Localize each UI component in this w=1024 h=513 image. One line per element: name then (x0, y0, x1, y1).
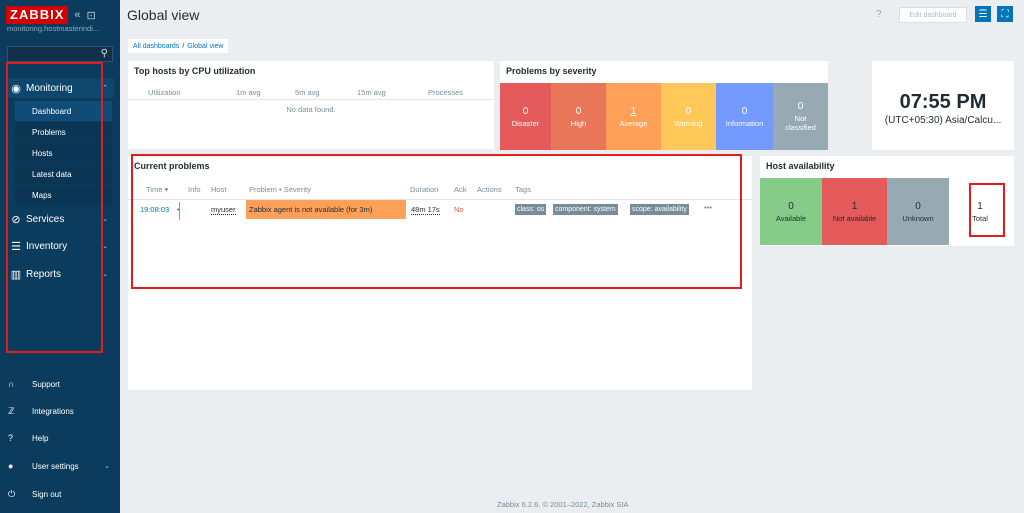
severity-disaster-label: Disaster (511, 118, 540, 128)
footer-help[interactable]: ? Help (8, 429, 116, 447)
collapse-sidebar-icon[interactable]: « (74, 9, 80, 21)
severity-high-label: High (570, 118, 587, 128)
kiosk-mode-icon[interactable]: ⊡ (87, 9, 96, 22)
severity-disaster-count: 0 (522, 105, 529, 117)
severity-average[interactable]: 1 Average (606, 83, 661, 150)
cpu-widget: Top hosts by CPU utilization Utilization… (128, 61, 494, 149)
footer-support[interactable]: ∩ Support (8, 375, 116, 393)
col-15m-avg: 15m avg (357, 88, 386, 97)
annotation-highlight-total (969, 183, 1005, 237)
annotation-highlight-problems (131, 154, 742, 289)
availability-unknown-label: Unknown (902, 213, 934, 223)
server-name: monitoring.hostmasterindi... (7, 24, 100, 33)
footer-integrations-label: Integrations (32, 406, 74, 416)
severity-average-count[interactable]: 1 (631, 106, 637, 117)
severity-high-count: 0 (575, 105, 582, 117)
clock-timezone: (UTC+05:30) Asia/Calcu... (884, 115, 1002, 126)
chevron-down-icon: ⌄ (102, 243, 108, 250)
availability-unknown[interactable]: 0 Unknown (887, 178, 949, 245)
user-icon: ● (8, 461, 14, 471)
availability-available-count: 0 (788, 200, 794, 212)
chevron-up-icon: ⌃ (102, 85, 108, 92)
severity-warning-count: 0 (685, 105, 692, 117)
footer-help-label: Help (32, 433, 49, 443)
severity-information-count: 0 (741, 105, 748, 117)
severity-not-classified-label-2: classified (785, 123, 816, 132)
col-processes: Processes (428, 88, 464, 97)
severity-information-label: Information (725, 118, 764, 128)
z-icon: ℤ (8, 405, 15, 416)
clock-widget: 07:55 PM (UTC+05:30) Asia/Calcu... (872, 61, 1014, 150)
availability-not-available-count: 1 (851, 200, 858, 212)
availability-not-available-label: Not available (832, 213, 877, 223)
chevron-down-icon: ⌄ (102, 216, 108, 223)
col-1m-avg: 1m avg (236, 88, 261, 97)
availability-widget-title: Host availability (766, 161, 835, 171)
severity-widget: Problems by severity 0 Disaster 0 High 1… (500, 61, 828, 150)
help-icon: ? (8, 433, 14, 443)
availability-unknown-count: 0 (915, 200, 921, 212)
sidebar-search-input[interactable]: ⚲ (7, 46, 113, 62)
cpu-widget-title: Top hosts by CPU utilization (134, 66, 256, 76)
footer-sign-out-label: Sign out (32, 489, 62, 499)
chevron-down-icon: ⌄ (102, 271, 108, 278)
breadcrumb: All dashboards / Global view (128, 39, 229, 53)
availability-available-label: Available (775, 213, 807, 223)
annotation-highlight-sidebar (6, 62, 103, 353)
footer-sign-out[interactable]: ⏻ Sign out (8, 485, 116, 503)
kiosk-mode-button[interactable]: ⛶ (997, 6, 1013, 22)
search-icon[interactable]: ⚲ (101, 48, 108, 59)
menu-icon: ☰ (978, 8, 988, 20)
severity-widget-title: Problems by severity (506, 66, 597, 76)
power-icon: ⏻ (8, 488, 16, 499)
clock-time: 07:55 PM (899, 91, 987, 113)
help-icon[interactable]: ? (876, 9, 882, 20)
severity-average-label: Average (619, 118, 648, 128)
availability-not-available[interactable]: 1 Not available (822, 178, 887, 245)
col-5m-avg: 5m avg (295, 88, 320, 97)
dashboard-menu-button[interactable]: ☰ (975, 6, 991, 22)
footer-support-label: Support (32, 379, 61, 389)
severity-disaster[interactable]: 0 Disaster (500, 83, 551, 150)
availability-available[interactable]: 0 Available (760, 178, 822, 245)
severity-not-classified-count: 0 (797, 101, 804, 112)
severity-information[interactable]: 0 Information (716, 83, 773, 150)
severity-high[interactable]: 0 High (551, 83, 606, 150)
headset-icon: ∩ (8, 379, 15, 389)
copyright: Zabbix 6.2.6. © 2001–2022, Zabbix SIA (497, 500, 629, 509)
breadcrumb-all-dashboards[interactable]: All dashboards (133, 43, 179, 50)
page-title: Global view (127, 7, 200, 23)
edit-dashboard-button[interactable]: Edit dashboard (899, 7, 967, 23)
footer-user-settings-label: User settings (32, 461, 79, 471)
severity-not-classified-label-1: Not (794, 114, 807, 123)
footer-user-settings[interactable]: ● User settings ⌄ (8, 457, 116, 475)
severity-warning[interactable]: 0 Warning (661, 83, 716, 150)
zabbix-logo[interactable]: ZABBIX (6, 6, 69, 24)
fullscreen-icon: ⛶ (1001, 8, 1009, 20)
no-data-message: No data found. (286, 105, 336, 114)
severity-not-classified[interactable]: 0 Not classified (773, 83, 828, 150)
footer-integrations[interactable]: ℤ Integrations (8, 402, 116, 420)
severity-warning-label: Warning (674, 118, 703, 128)
breadcrumb-current[interactable]: Global view (187, 43, 223, 50)
breadcrumb-separator: / (182, 42, 185, 50)
chevron-down-icon: ⌄ (104, 463, 110, 470)
cpu-table-header: Utilization 1m avg 5m avg 15m avg Proces… (128, 86, 494, 100)
col-utilization: Utilization (148, 88, 181, 97)
